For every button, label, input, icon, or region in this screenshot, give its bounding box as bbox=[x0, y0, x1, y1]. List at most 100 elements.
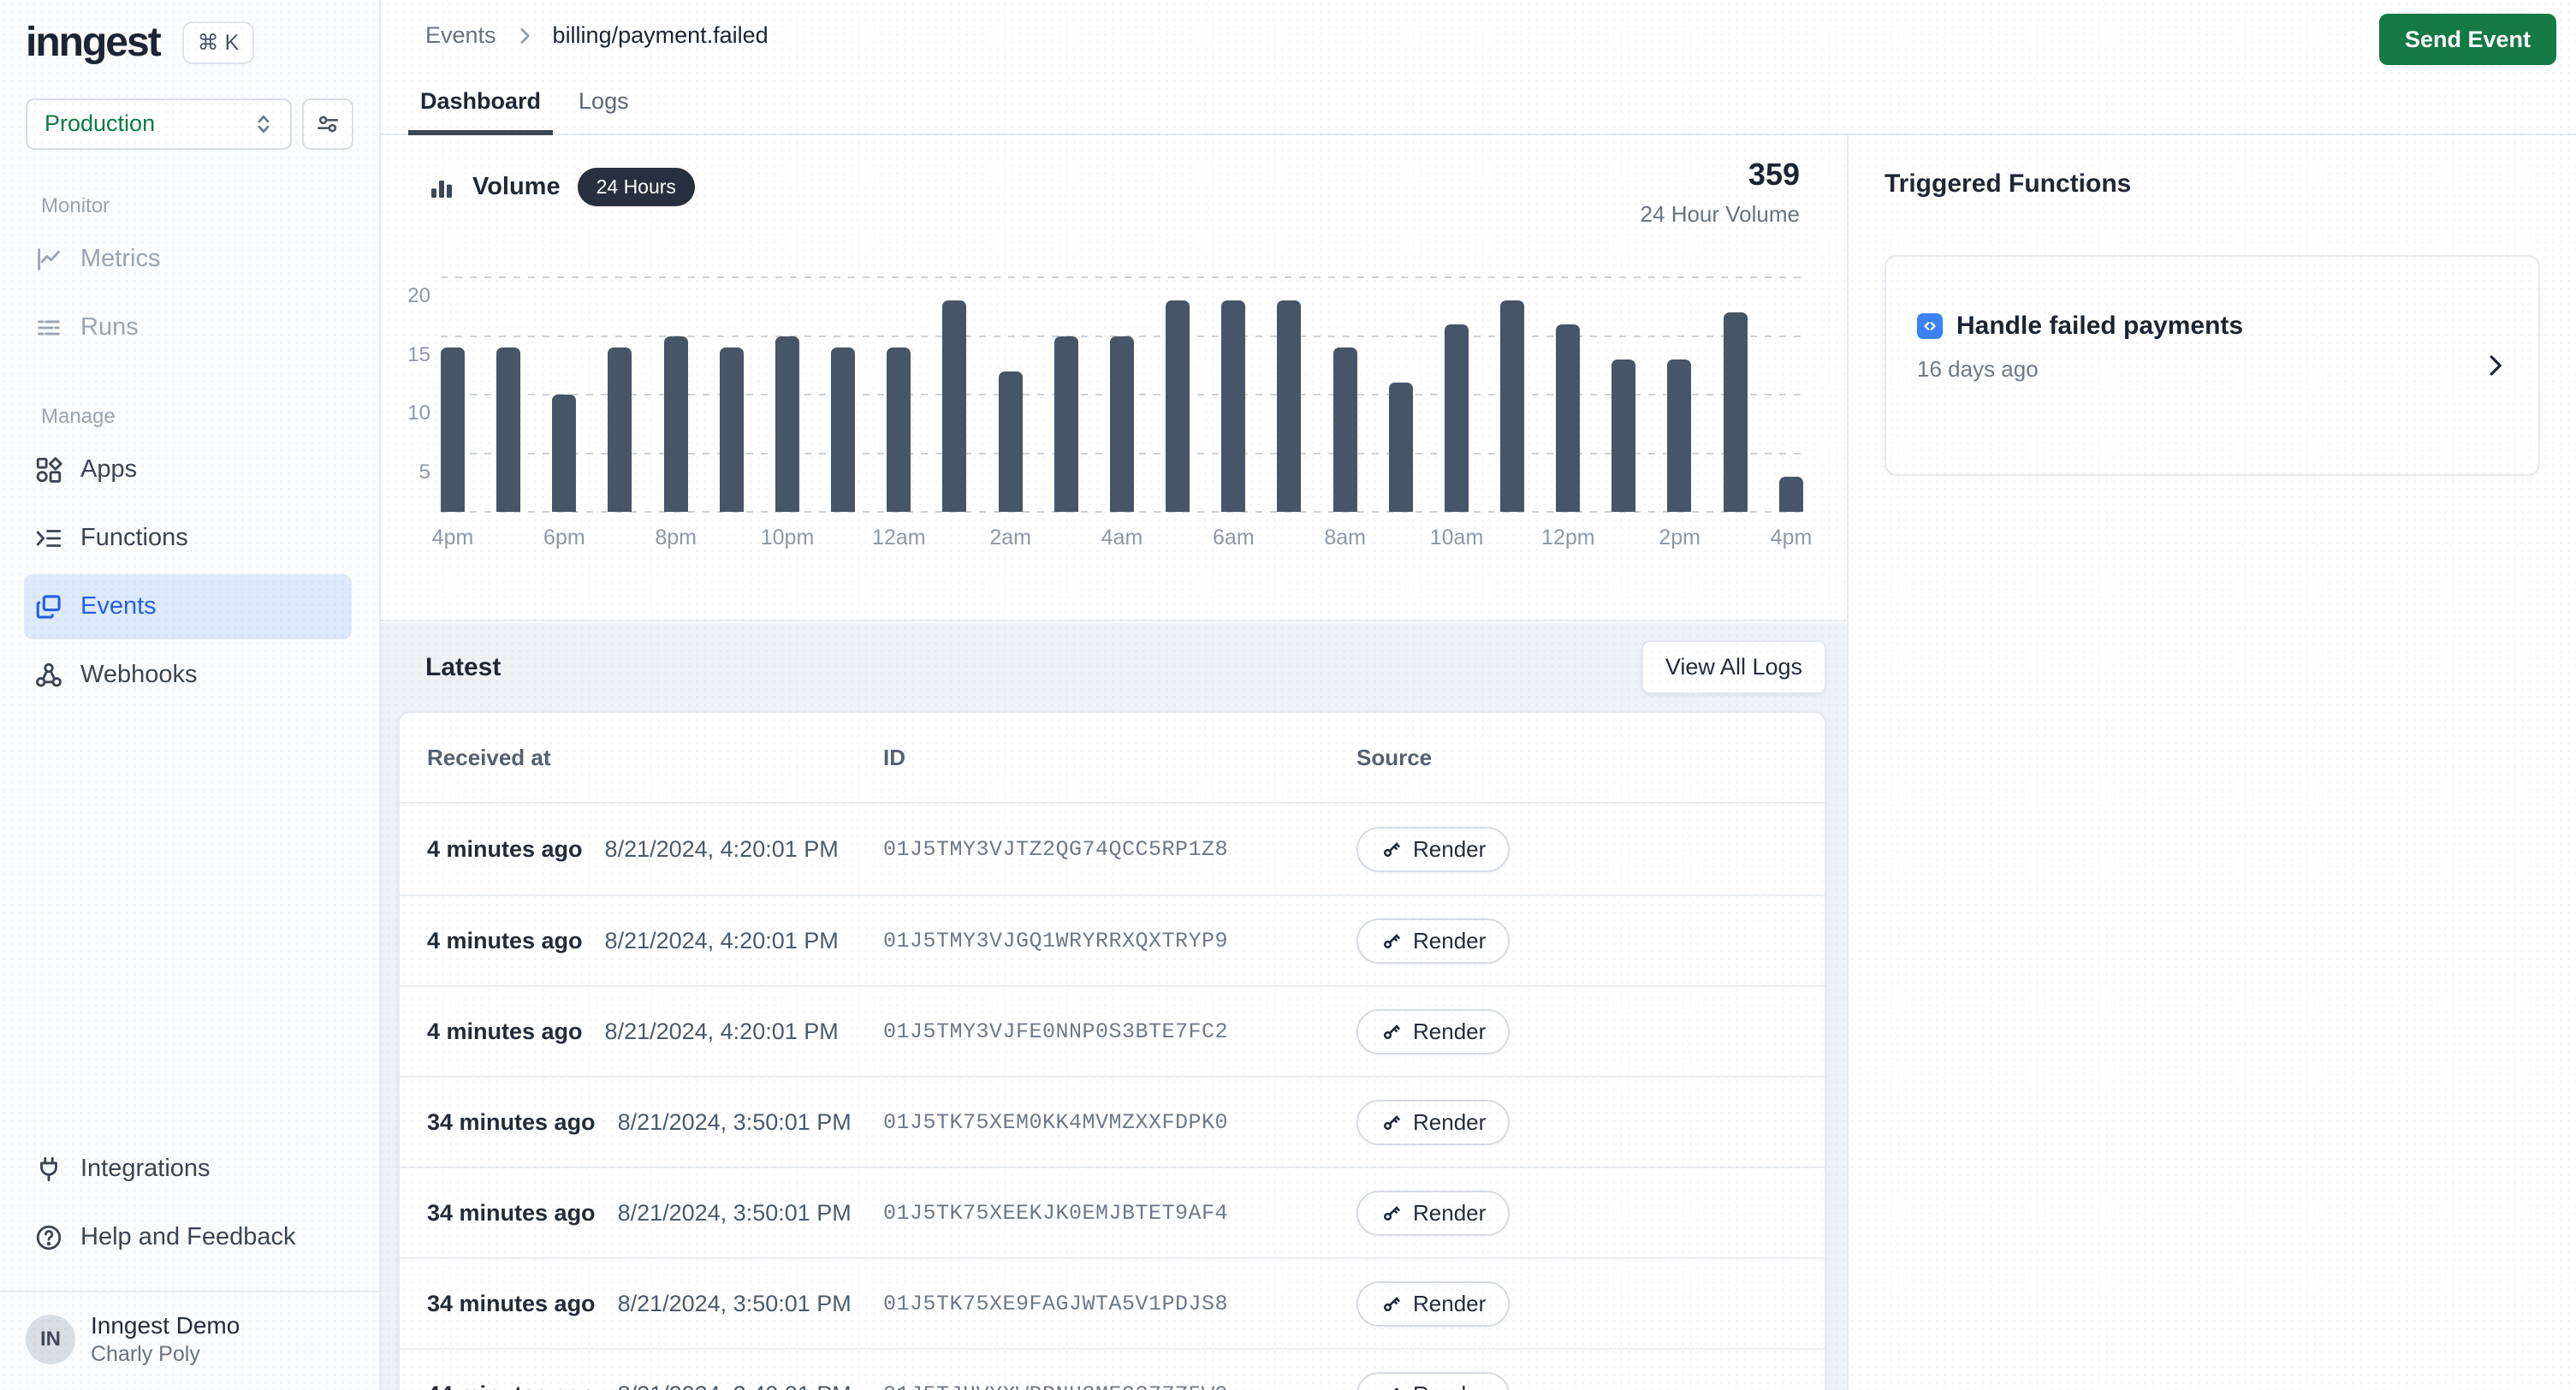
table-row[interactable]: 44 minutes ago 8/21/2024, 3:40:01 PM 01J… bbox=[400, 1348, 1825, 1390]
sidebar-item-apps[interactable]: Apps bbox=[24, 437, 352, 502]
source-label: Render bbox=[1413, 1200, 1486, 1227]
sidebar-item-label: Help and Feedback bbox=[80, 1223, 296, 1251]
sidebar-item-integrations[interactable]: Integrations bbox=[24, 1137, 352, 1202]
sidebar-item-label: Runs bbox=[80, 313, 139, 342]
view-all-logs-button[interactable]: View All Logs bbox=[1641, 640, 1826, 694]
volume-bar[interactable] bbox=[1667, 359, 1691, 512]
table-row[interactable]: 34 minutes ago 8/21/2024, 3:50:01 PM 01J… bbox=[400, 1257, 1825, 1348]
source-cell: Render bbox=[1356, 1009, 1825, 1054]
volume-bar[interactable] bbox=[664, 336, 688, 513]
environment-settings-button[interactable] bbox=[302, 98, 353, 150]
volume-bar[interactable] bbox=[1333, 348, 1357, 512]
volume-header: Volume 24 Hours bbox=[428, 168, 695, 206]
breadcrumb-events-link[interactable]: Events bbox=[425, 22, 496, 49]
event-id: 01J5TK75XEEKJK0EMJBTET9AF4 bbox=[883, 1201, 1356, 1226]
event-id: 01J5TMY3VJTZ2QG74QCC5RP1Z8 bbox=[883, 837, 1356, 862]
volume-bar[interactable] bbox=[1389, 383, 1413, 512]
volume-bar[interactable] bbox=[1054, 336, 1078, 513]
key-icon bbox=[1380, 1383, 1403, 1390]
x-tick-label: 12pm bbox=[1541, 526, 1595, 550]
source-badge[interactable]: Render bbox=[1356, 1191, 1510, 1236]
topbar: Events billing/payment.failed Dashboard … bbox=[381, 0, 2576, 135]
sidebar-item-runs[interactable]: Runs bbox=[24, 295, 352, 360]
source-cell: Render bbox=[1356, 1372, 1825, 1390]
triggered-functions-title: Triggered Functions bbox=[1885, 169, 2540, 199]
key-icon bbox=[1380, 1111, 1403, 1133]
environment-select[interactable]: Production bbox=[26, 98, 292, 150]
volume-bar[interactable] bbox=[1724, 312, 1748, 512]
logo-row: inngest ⌘ K bbox=[0, 0, 379, 66]
environment-value: Production bbox=[45, 110, 155, 137]
key-icon bbox=[1380, 1292, 1403, 1315]
received-relative: 44 minutes ago bbox=[427, 1381, 596, 1390]
volume-bar[interactable] bbox=[1166, 300, 1190, 512]
sidebar-item-events[interactable]: Events bbox=[24, 574, 352, 639]
volume-bar[interactable] bbox=[608, 348, 632, 512]
org-name: Inngest Demo bbox=[91, 1311, 240, 1340]
source-badge[interactable]: Render bbox=[1356, 918, 1510, 964]
volume-bar[interactable] bbox=[441, 348, 465, 512]
sidebar-item-label: Functions bbox=[80, 524, 188, 552]
x-tick-label: 10am bbox=[1430, 526, 1484, 550]
volume-bar[interactable] bbox=[999, 371, 1023, 512]
volume-bar[interactable] bbox=[1556, 324, 1580, 512]
volume-bar[interactable] bbox=[1779, 477, 1803, 512]
webhook-icon bbox=[34, 661, 63, 690]
volume-bar[interactable] bbox=[1277, 300, 1301, 512]
sidebar-nav: Monitor Metrics Runs Manage Apps bbox=[0, 194, 379, 708]
range-badge[interactable]: 24 Hours bbox=[578, 168, 695, 206]
key-icon bbox=[1380, 930, 1403, 952]
y-tick-label: 10 bbox=[388, 401, 430, 425]
source-badge[interactable]: Render bbox=[1356, 1100, 1510, 1145]
volume-bar[interactable] bbox=[775, 336, 799, 513]
command-k-shortcut[interactable]: ⌘ K bbox=[182, 21, 255, 64]
function-card[interactable]: Handle failed payments 16 days ago bbox=[1885, 255, 2540, 476]
table-header: Received at ID Source bbox=[400, 713, 1825, 804]
volume-bar[interactable] bbox=[831, 348, 855, 512]
source-label: Render bbox=[1413, 1381, 1486, 1390]
table-row[interactable]: 34 minutes ago 8/21/2024, 3:50:01 PM 01J… bbox=[400, 1167, 1825, 1257]
sidebar-item-metrics[interactable]: Metrics bbox=[24, 227, 352, 292]
volume-bar[interactable] bbox=[1445, 324, 1469, 512]
source-badge[interactable]: Render bbox=[1356, 1372, 1510, 1390]
sidebar-item-label: Apps bbox=[80, 455, 137, 484]
volume-bar[interactable] bbox=[887, 348, 911, 512]
sidebar-item-help[interactable]: Help and Feedback bbox=[24, 1205, 352, 1270]
sidebar-item-functions[interactable]: Functions bbox=[24, 506, 352, 571]
function-name: Handle failed payments bbox=[1956, 312, 2243, 341]
source-badge[interactable]: Render bbox=[1356, 1281, 1510, 1327]
sidebar-item-webhooks[interactable]: Webhooks bbox=[24, 643, 352, 708]
volume-bar[interactable] bbox=[552, 395, 576, 512]
volume-bar[interactable] bbox=[1110, 336, 1134, 513]
received-at-cell: 34 minutes ago 8/21/2024, 3:50:01 PM bbox=[427, 1291, 883, 1317]
user-info: Inngest Demo Charly Poly bbox=[91, 1311, 240, 1368]
send-event-button[interactable]: Send Event bbox=[2379, 14, 2556, 65]
column-source: Source bbox=[1356, 745, 1825, 771]
table-row[interactable]: 4 minutes ago 8/21/2024, 4:20:01 PM 01J5… bbox=[400, 894, 1825, 985]
table-row[interactable]: 4 minutes ago 8/21/2024, 4:20:01 PM 01J5… bbox=[400, 804, 1825, 894]
volume-bar[interactable] bbox=[1221, 300, 1245, 512]
chevron-right-icon bbox=[513, 25, 536, 47]
source-badge[interactable]: Render bbox=[1356, 1009, 1510, 1054]
volume-total-number: 359 bbox=[1641, 156, 1800, 193]
volume-bar[interactable] bbox=[942, 300, 966, 512]
volume-bar[interactable] bbox=[1611, 359, 1635, 512]
table-body: 4 minutes ago 8/21/2024, 4:20:01 PM 01J5… bbox=[400, 804, 1825, 1390]
latest-header: Latest View All Logs bbox=[398, 640, 1826, 694]
user-profile[interactable]: IN Inngest Demo Charly Poly bbox=[0, 1292, 379, 1390]
source-badge[interactable]: Render bbox=[1356, 827, 1510, 872]
table-row[interactable]: 4 minutes ago 8/21/2024, 4:20:01 PM 01J5… bbox=[400, 985, 1825, 1076]
event-id: 01J5TK75XE9FAGJWTA5V1PDJS8 bbox=[883, 1292, 1356, 1316]
volume-bar[interactable] bbox=[496, 348, 520, 512]
volume-bar[interactable] bbox=[720, 348, 744, 512]
tab-logs[interactable]: Logs bbox=[567, 74, 641, 135]
tab-dashboard[interactable]: Dashboard bbox=[408, 74, 553, 135]
avatar: IN bbox=[26, 1315, 75, 1364]
received-relative: 4 minutes ago bbox=[427, 928, 583, 954]
volume-bar[interactable] bbox=[1500, 300, 1524, 512]
sidebar-footer: Integrations Help and Feedback IN Innges… bbox=[0, 1133, 379, 1390]
volume-total-label: 24 Hour Volume bbox=[1641, 201, 1800, 228]
table-row[interactable]: 34 minutes ago 8/21/2024, 3:50:01 PM 01J… bbox=[400, 1076, 1825, 1167]
y-tick-label: 20 bbox=[388, 284, 430, 308]
latest-section: Latest View All Logs Received at ID Sour… bbox=[381, 623, 1847, 1390]
